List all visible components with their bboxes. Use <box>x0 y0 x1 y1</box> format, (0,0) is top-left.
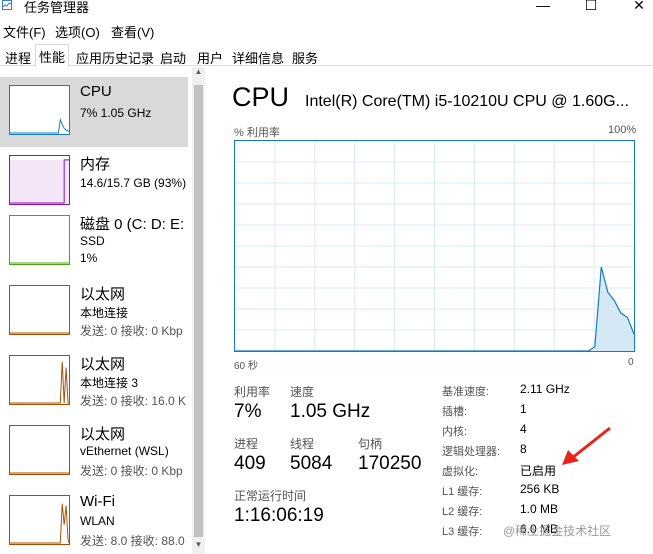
watermark: @稀土掘金技术社区 <box>503 524 612 538</box>
sidebar-item-title: 内存 <box>80 156 111 173</box>
sidebar-item-detail: 发送: 0 接收: 0 Kbp <box>80 324 183 338</box>
base-speed-value: 2.11 GHz <box>520 382 570 396</box>
logical-processors-value: 8 <box>520 442 527 456</box>
sidebar-item-disk[interactable]: 磁盘 0 (C: D: E: SSD 1% <box>0 207 188 277</box>
uptime-value: 1:16:06:19 <box>234 505 324 526</box>
utilization-label: 利用率 <box>234 385 271 399</box>
sidebar-item-title: 以太网 <box>80 356 126 373</box>
utilization-axis-label: % 利用率 <box>234 127 280 139</box>
processes-label: 进程 <box>234 437 259 451</box>
tab-services[interactable]: 服务 <box>289 46 321 66</box>
ethernet-thumbnail-graph <box>9 355 70 405</box>
wifi-thumbnail-line <box>10 503 69 544</box>
sidebar-item-title: 磁盘 0 (C: D: E: <box>80 216 185 233</box>
logical-processors-label: 逻辑处理器: <box>442 446 501 458</box>
sidebar-item-detail: 发送: 8.0 接收: 88.0 <box>80 534 185 548</box>
sidebar-scrollbar[interactable]: ▲ ▼ <box>192 67 205 554</box>
memory-thumbnail-fill <box>10 159 69 204</box>
speed-label: 速度 <box>290 385 315 399</box>
utilization-value: 7% <box>234 401 262 422</box>
tab-bar: 进程 性能 应用历史记录 启动 用户 详细信息 服务 <box>0 44 653 67</box>
ethernet-thumbnail-graph <box>9 285 70 335</box>
menu-file[interactable]: 文件(F) <box>3 22 46 41</box>
wifi-thumbnail-graph <box>9 495 70 545</box>
sidebar-item-detail: SSD <box>80 234 105 248</box>
threads-label: 线程 <box>290 437 315 451</box>
sidebar-item-ethernet[interactable]: 以太网 本地连接 发送: 0 接收: 0 Kbp <box>0 277 188 347</box>
utilization-max-label: 100% <box>608 124 637 136</box>
scroll-up-arrow-icon[interactable]: ▲ <box>192 67 205 81</box>
threads-value: 5084 <box>290 453 333 474</box>
disk-thumbnail-graph <box>9 215 70 265</box>
cores-label: 内核: <box>442 426 468 438</box>
time-axis-end-label: 0 <box>628 357 634 368</box>
handles-value: 170250 <box>358 453 422 474</box>
sidebar-item-cpu[interactable]: CPU 7% 1.05 GHz <box>0 77 188 147</box>
sidebar-item-title: 以太网 <box>80 286 126 303</box>
cpu-thumbnail-graph <box>9 85 70 135</box>
processor-name: Intel(R) Core(TM) i5-10210U CPU @ 1.60G.… <box>305 93 629 110</box>
sidebar-item-title: Wi-Fi <box>80 493 115 510</box>
tab-performance[interactable]: 性能 <box>35 44 70 67</box>
menu-options[interactable]: 选项(O) <box>55 22 100 41</box>
speed-value: 1.05 GHz <box>290 401 371 422</box>
maximize-button[interactable]: ☐ <box>576 0 606 13</box>
ethernet-thumbnail-graph <box>9 425 70 475</box>
sidebar-item-detail: 发送: 0 接收: 0 Kbp <box>80 464 183 478</box>
memory-thumbnail-graph <box>9 155 70 205</box>
scroll-down-arrow-icon[interactable]: ▼ <box>192 540 205 554</box>
sidebar-item-detail: 发送: 0 接收: 16.0 K <box>80 394 187 408</box>
close-button[interactable]: ✕ <box>624 0 653 13</box>
tab-details[interactable]: 详细信息 <box>229 46 287 66</box>
cores-value: 4 <box>520 422 527 436</box>
virtualization-value: 已启用 <box>520 464 557 478</box>
tab-startup[interactable]: 启动 <box>157 46 189 66</box>
tab-app-history[interactable]: 应用历史记录 <box>73 46 157 66</box>
l1-cache-value: 256 KB <box>520 482 560 496</box>
l1-cache-label: L1 缓存: <box>442 486 483 498</box>
time-axis-start-label: 60 秒 <box>234 361 258 372</box>
l2-cache-value: 1.0 MB <box>520 502 559 516</box>
tab-processes[interactable]: 进程 <box>2 46 34 66</box>
sidebar-item-title: CPU <box>80 83 112 100</box>
sidebar-item-ethernet-3[interactable]: 以太网 本地连接 3 发送: 0 接收: 16.0 K <box>0 347 188 417</box>
window-title: 任务管理器 <box>24 0 90 15</box>
cpu-thumbnail-line <box>10 117 69 134</box>
handles-label: 句柄 <box>358 437 383 451</box>
sidebar-item-ethernet-wsl[interactable]: 以太网 vEthernet (WSL) 发送: 0 接收: 0 Kbp <box>0 417 188 487</box>
tab-users[interactable]: 用户 <box>194 46 226 66</box>
uptime-label: 正常运行时间 <box>234 489 307 503</box>
task-manager-icon <box>2 0 12 10</box>
sidebar-item-title: 以太网 <box>80 426 126 443</box>
menu-view[interactable]: 查看(V) <box>111 22 154 41</box>
scrollbar-thumb[interactable] <box>194 85 203 537</box>
sidebar-item-detail: 本地连接 3 <box>80 376 139 390</box>
base-speed-label: 基准速度: <box>442 386 490 398</box>
sidebar-item-detail: 1% <box>80 251 98 265</box>
sidebar-item-detail: WLAN <box>80 514 115 528</box>
minimize-button[interactable]: — <box>528 0 558 13</box>
l2-cache-label: L2 缓存: <box>442 506 483 518</box>
virtualization-label: 虚拟化: <box>442 466 479 478</box>
page-title: CPU <box>232 82 290 112</box>
sidebar-item-wifi[interactable]: Wi-Fi WLAN 发送: 8.0 接收: 88.0 <box>0 487 188 554</box>
sockets-label: 插槽: <box>442 406 468 418</box>
sockets-value: 1 <box>520 402 527 416</box>
annotation-arrow-icon <box>562 426 611 465</box>
title-bar: 任务管理器 — ☐ ✕ <box>0 0 653 15</box>
l3-cache-label: L3 缓存: <box>442 526 483 538</box>
cpu-utilization-graph <box>234 140 635 352</box>
sidebar-item-detail: 本地连接 <box>80 306 129 320</box>
sidebar-item-detail: vEthernet (WSL) <box>80 444 169 458</box>
processes-value: 409 <box>234 453 266 474</box>
ethernet-thumbnail-line <box>10 361 69 404</box>
sidebar-item-detail: 7% 1.05 GHz <box>80 106 152 120</box>
sidebar-item-detail: 14.6/15.7 GB (93%) <box>80 176 187 190</box>
resource-sidebar: CPU 7% 1.05 GHz 内存 14.6/15.7 GB (93%) 磁盘… <box>0 67 208 554</box>
